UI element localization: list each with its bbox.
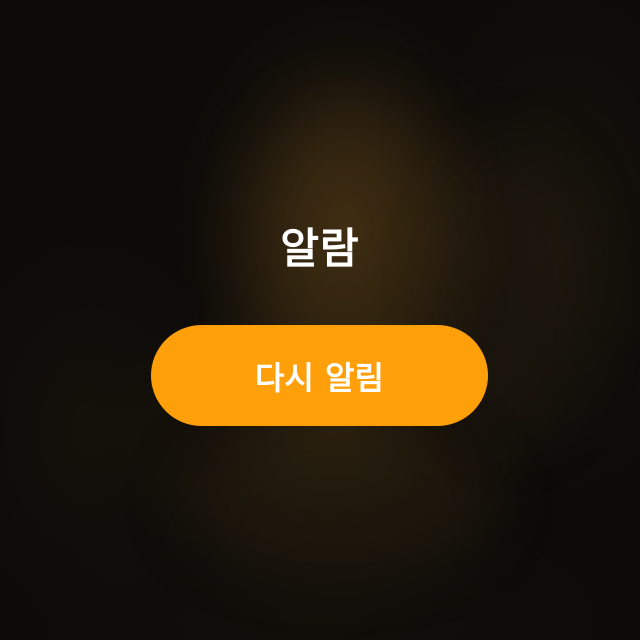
alarm-screen: 알람 다시 알림 <box>0 0 640 640</box>
alarm-title: 알람 <box>280 224 360 273</box>
snooze-button[interactable]: 다시 알림 <box>151 325 488 426</box>
background-photo-blur <box>180 420 500 580</box>
